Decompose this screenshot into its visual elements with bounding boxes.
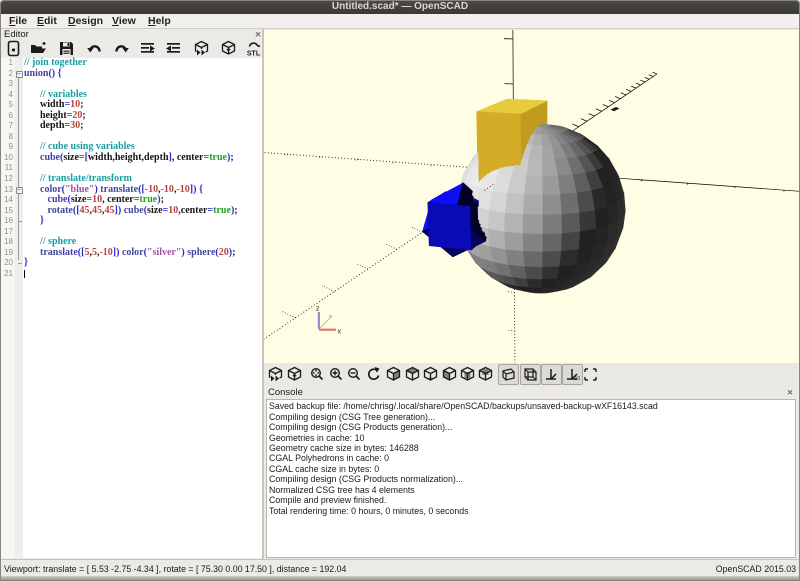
svg-text:STL: STL: [246, 51, 260, 58]
svg-text:z: z: [316, 306, 320, 313]
svg-text:x: x: [338, 329, 342, 336]
svg-text:10: 10: [575, 376, 581, 382]
